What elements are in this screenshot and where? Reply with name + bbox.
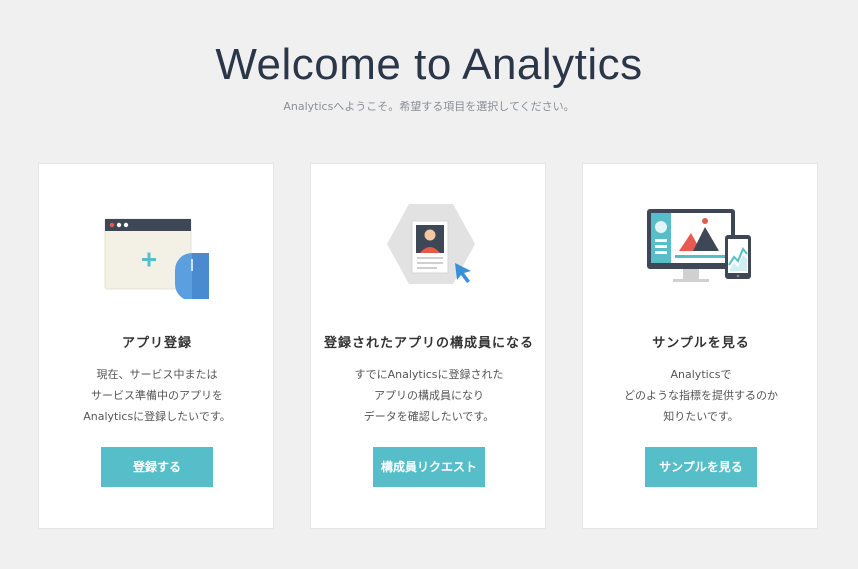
become-member-card: 登録されたアプリの構成員になる すでにAnalyticsに登録された アプリの構… [310,163,546,529]
page-title: Welcome to Analytics [215,40,643,89]
view-sample-button[interactable]: サンプルを見る [645,447,757,487]
card-description: 現在、サービス中または サービス準備中のアプリを Analyticsに登録したい… [39,364,275,427]
description-line: どのような指標を提供するのか [624,389,778,402]
description-line: アプリの構成員になり [374,389,484,402]
description-line: 現在、サービス中または [96,368,218,381]
page-subtitle: Analyticsへようこそ。希望する項目を選択してください。 [283,100,575,113]
profile-card-icon [311,199,547,309]
card-title: 登録されたアプリの構成員になる [323,336,534,351]
card-description: すでにAnalyticsに登録された アプリの構成員になり データを確認したいで… [311,364,547,427]
register-app-card: アプリ登録 現在、サービス中または サービス準備中のアプリを Analytics… [38,163,274,529]
page-header: Welcome to Analytics Analyticsへようこそ。希望する… [0,0,858,114]
card-title: アプリ登録 [121,336,192,351]
view-sample-card: サンプルを見る Analyticsで どのような指標を提供するのか 知りたいです… [582,163,818,529]
card-title: サンプルを見る [652,336,750,351]
browser-mouse-icon [39,199,275,309]
dashboard-devices-icon [583,199,819,309]
description-line: Analyticsに登録したいです。 [83,410,231,423]
card-description: Analyticsで どのような指標を提供するのか 知りたいです。 [583,364,819,427]
register-button[interactable]: 登録する [101,447,213,487]
description-line: Analyticsで [670,368,732,381]
member-request-button[interactable]: 構成員リクエスト [373,447,485,487]
description-line: データを確認したいです。 [363,410,495,423]
description-line: サービス準備中のアプリを [91,389,223,402]
description-line: 知りたいです。 [663,410,739,423]
description-line: すでにAnalyticsに登録された [354,368,504,381]
